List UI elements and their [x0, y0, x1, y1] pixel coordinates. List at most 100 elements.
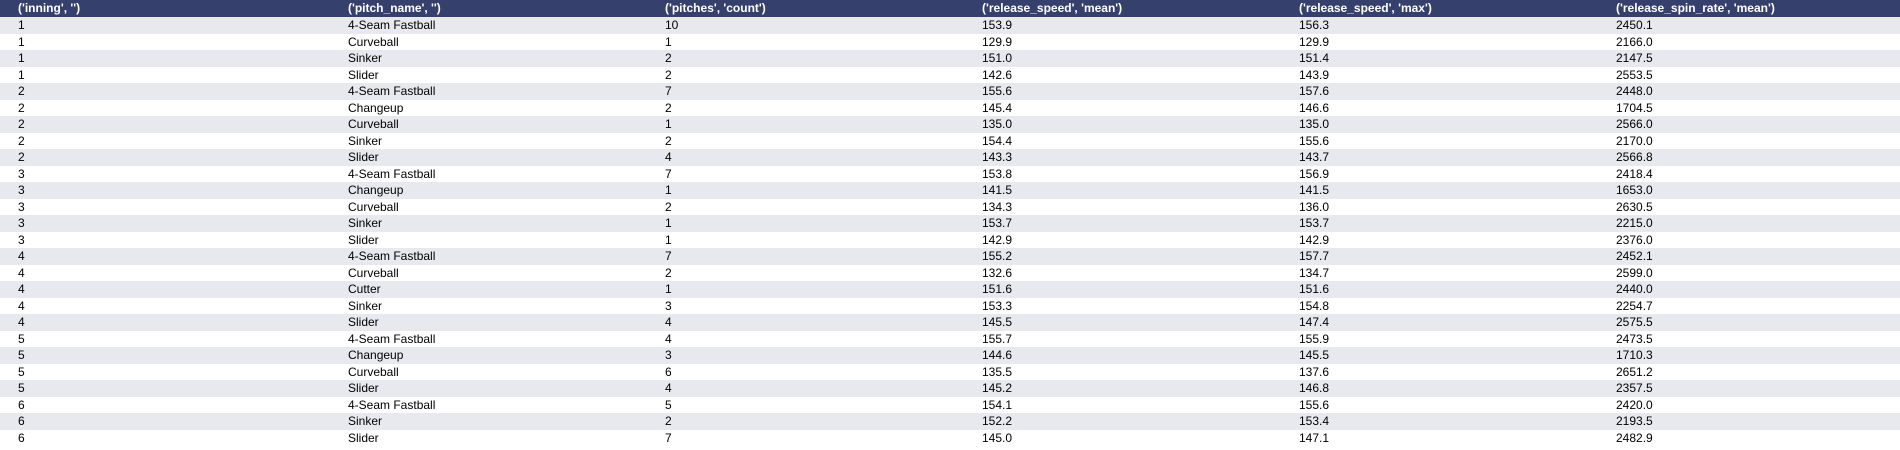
release-speed-max-cell: 135.0	[1281, 116, 1598, 133]
inning-cell: 5	[0, 380, 330, 397]
release-speed-max-cell: 143.9	[1281, 66, 1598, 83]
release-speed-max-cell: 154.8	[1281, 297, 1598, 314]
release-speed-max-cell: 145.5	[1281, 347, 1598, 364]
release-speed-max-cell: 137.6	[1281, 363, 1598, 380]
release-speed-mean-cell: 153.9	[964, 17, 1281, 34]
release-speed-mean-cell: 145.4	[964, 99, 1281, 116]
release-speed-mean-cell: 145.0	[964, 429, 1281, 446]
release-speed-max-cell: 155.9	[1281, 330, 1598, 347]
inning-cell: 6	[0, 396, 330, 413]
pitch-name-cell: Curveball	[330, 198, 647, 215]
table-body: 1 4-Seam Fastball 10 153.9 156.3 2450.1 1 Curve…	[0, 17, 1900, 446]
release-speed-max-cell: 142.9	[1281, 231, 1598, 248]
release-speed-mean-cell: 151.6	[964, 281, 1281, 298]
table-row: 6 Sinker 2 152.2 153.4 2193.5	[0, 413, 1900, 430]
release-speed-max-cell: 151.4	[1281, 50, 1598, 67]
pitches-count-cell: 4	[647, 314, 964, 331]
table-row: 4 4-Seam Fastball 7 155.2 157.7 2452.1	[0, 248, 1900, 265]
release-spin-rate-mean-cell: 1710.3	[1598, 347, 1900, 364]
pitches-count-cell: 1	[647, 231, 964, 248]
pitch-name-cell: 4-Seam Fastball	[330, 17, 647, 34]
release-speed-mean-cell: 145.2	[964, 380, 1281, 397]
pitch-name-cell: Slider	[330, 149, 647, 166]
release-spin-rate-mean-cell: 2452.1	[1598, 248, 1900, 265]
release-speed-max-cell: 134.7	[1281, 264, 1598, 281]
pitches-count-cell: 4	[647, 380, 964, 397]
inning-cell: 3	[0, 215, 330, 232]
inning-cell: 2	[0, 116, 330, 133]
column-header-inning: ('inning', '')	[0, 0, 330, 17]
release-speed-max-cell: 136.0	[1281, 198, 1598, 215]
inning-cell: 4	[0, 281, 330, 298]
table-row: 4 Curveball 2 132.6 134.7 2599.0	[0, 264, 1900, 281]
pitch-name-cell: 4-Seam Fastball	[330, 83, 647, 100]
release-spin-rate-mean-cell: 2193.5	[1598, 413, 1900, 430]
pitches-count-cell: 10	[647, 17, 964, 34]
release-speed-max-cell: 146.6	[1281, 99, 1598, 116]
table-row: 1 Slider 2 142.6 143.9 2553.5	[0, 66, 1900, 83]
inning-cell: 3	[0, 231, 330, 248]
pitches-count-cell: 7	[647, 248, 964, 265]
pitches-count-cell: 2	[647, 66, 964, 83]
release-spin-rate-mean-cell: 2418.4	[1598, 165, 1900, 182]
pitches-count-cell: 4	[647, 330, 964, 347]
release-spin-rate-mean-cell: 1653.0	[1598, 182, 1900, 199]
pitches-count-cell: 4	[647, 149, 964, 166]
inning-cell: 5	[0, 330, 330, 347]
release-spin-rate-mean-cell: 2575.5	[1598, 314, 1900, 331]
table-row: 4 Cutter 1 151.6 151.6 2440.0	[0, 281, 1900, 298]
table-row: 3 4-Seam Fastball 7 153.8 156.9 2418.4	[0, 165, 1900, 182]
pitch-name-cell: Sinker	[330, 132, 647, 149]
column-header-pitch-name: ('pitch_name', '')	[330, 0, 647, 17]
pitches-count-cell: 3	[647, 297, 964, 314]
release-speed-max-cell: 129.9	[1281, 33, 1598, 50]
release-spin-rate-mean-cell: 2254.7	[1598, 297, 1900, 314]
release-spin-rate-mean-cell: 2215.0	[1598, 215, 1900, 232]
release-speed-mean-cell: 153.7	[964, 215, 1281, 232]
release-speed-mean-cell: 153.8	[964, 165, 1281, 182]
pitch-name-cell: Cutter	[330, 281, 647, 298]
release-speed-mean-cell: 152.2	[964, 413, 1281, 430]
inning-cell: 2	[0, 149, 330, 166]
release-speed-mean-cell: 129.9	[964, 33, 1281, 50]
inning-cell: 5	[0, 363, 330, 380]
pitches-count-cell: 3	[647, 347, 964, 364]
pitches-count-cell: 6	[647, 363, 964, 380]
table-row: 2 Curveball 1 135.0 135.0 2566.0	[0, 116, 1900, 133]
release-speed-mean-cell: 145.5	[964, 314, 1281, 331]
release-spin-rate-mean-cell: 2566.8	[1598, 149, 1900, 166]
release-speed-max-cell: 141.5	[1281, 182, 1598, 199]
release-spin-rate-mean-cell: 2553.5	[1598, 66, 1900, 83]
pitch-name-cell: Changeup	[330, 182, 647, 199]
pitch-name-cell: Curveball	[330, 116, 647, 133]
pitch-name-cell: Curveball	[330, 363, 647, 380]
pitches-count-cell: 7	[647, 165, 964, 182]
pitch-name-cell: Sinker	[330, 297, 647, 314]
release-speed-max-cell: 143.7	[1281, 149, 1598, 166]
release-spin-rate-mean-cell: 2357.5	[1598, 380, 1900, 397]
pitch-name-cell: Curveball	[330, 264, 647, 281]
inning-cell: 4	[0, 264, 330, 281]
release-spin-rate-mean-cell: 1704.5	[1598, 99, 1900, 116]
table-row: 5 Curveball 6 135.5 137.6 2651.2	[0, 363, 1900, 380]
release-speed-max-cell: 146.8	[1281, 380, 1598, 397]
release-speed-max-cell: 153.7	[1281, 215, 1598, 232]
header-row: ('inning', '') ('pitch_name', '') ('pitc…	[0, 0, 1900, 17]
release-speed-max-cell: 147.4	[1281, 314, 1598, 331]
inning-cell: 2	[0, 83, 330, 100]
inning-cell: 6	[0, 413, 330, 430]
release-spin-rate-mean-cell: 2420.0	[1598, 396, 1900, 413]
table-row: 6 Slider 7 145.0 147.1 2482.9	[0, 429, 1900, 446]
release-spin-rate-mean-cell: 2482.9	[1598, 429, 1900, 446]
release-spin-rate-mean-cell: 2630.5	[1598, 198, 1900, 215]
column-header-release-spin-rate-mean: ('release_spin_rate', 'mean')	[1598, 0, 1900, 17]
inning-cell: 3	[0, 198, 330, 215]
pitches-count-cell: 1	[647, 215, 964, 232]
release-spin-rate-mean-cell: 2599.0	[1598, 264, 1900, 281]
release-speed-max-cell: 157.6	[1281, 83, 1598, 100]
release-speed-max-cell: 155.6	[1281, 132, 1598, 149]
release-spin-rate-mean-cell: 2448.0	[1598, 83, 1900, 100]
table-row: 6 4-Seam Fastball 5 154.1 155.6 2420.0	[0, 396, 1900, 413]
release-speed-mean-cell: 144.6	[964, 347, 1281, 364]
release-speed-mean-cell: 142.6	[964, 66, 1281, 83]
